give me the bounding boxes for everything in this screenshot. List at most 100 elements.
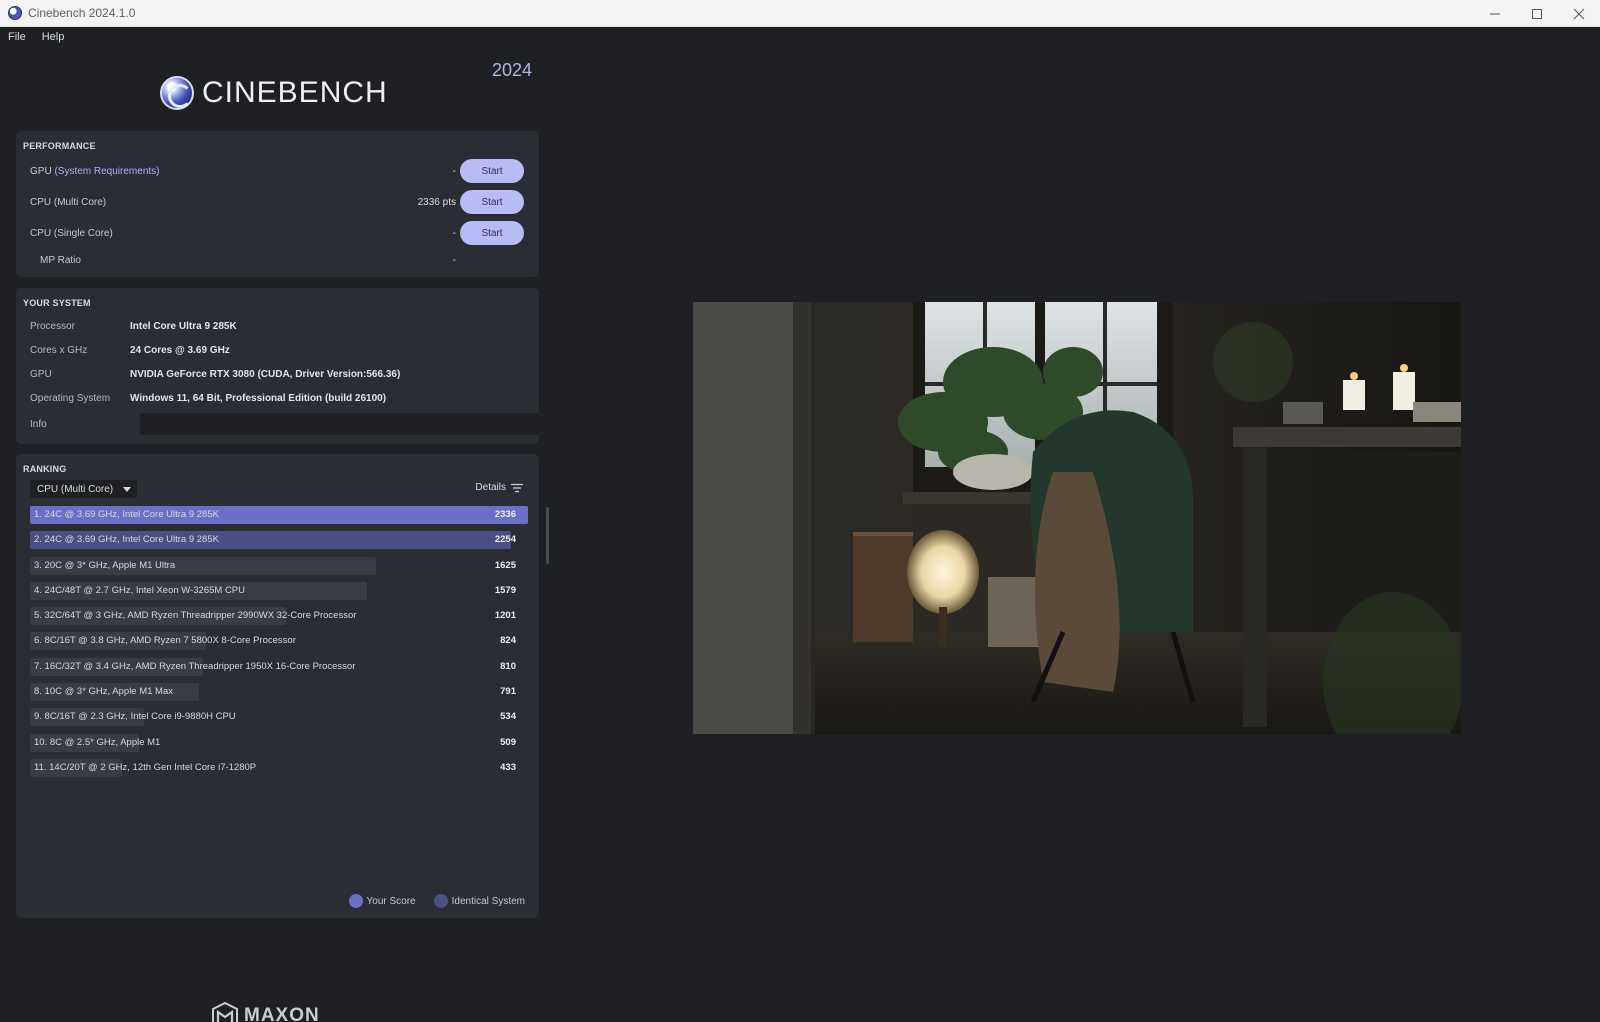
render-scene xyxy=(693,302,1461,734)
details-button[interactable]: Details xyxy=(475,482,523,493)
legend-identical-label: Identical System xyxy=(451,895,525,907)
ranking-row[interactable]: 1. 24C @ 3.69 GHz, Intel Core Ultra 9 28… xyxy=(30,506,528,524)
gpu-score: - xyxy=(452,165,456,177)
render-preview-image xyxy=(693,302,1461,734)
ranking-label: 5. 32C/64T @ 3 GHz, AMD Ryzen Threadripp… xyxy=(34,610,357,622)
ranking-mode-value: CPU (Multi Core) xyxy=(37,483,114,495)
ranking-legend: Your Score Identical System xyxy=(331,894,525,908)
maximize-icon xyxy=(1532,8,1542,19)
legend-your-score: Your Score xyxy=(348,894,416,908)
left-panel: CINEBENCH 2024 PERFORMANCE GPU (System R… xyxy=(0,46,548,1022)
maximize-button[interactable] xyxy=(1516,0,1558,27)
minimize-icon xyxy=(1490,13,1500,14)
info-label: Info xyxy=(30,418,47,430)
ranking-score: 810 xyxy=(500,660,516,672)
window-title: Cinebench 2024.1.0 xyxy=(28,6,136,20)
menu-help[interactable]: Help xyxy=(34,31,73,43)
ranking-row[interactable]: 8. 10C @ 3* GHz, Apple M1 Max 791 xyxy=(30,683,528,702)
ranking-row[interactable]: 10. 8C @ 2.5* GHz, Apple M1 509 xyxy=(30,733,528,752)
system-row-value: Windows 11, 64 Bit, Professional Edition… xyxy=(130,392,387,404)
cpu-multi-start-button[interactable]: Start xyxy=(460,190,524,214)
system-row: Processor Intel Core Ultra 9 285K xyxy=(30,316,524,336)
ranking-label: 4. 24C/48T @ 2.7 GHz, Intel Xeon W-3265M… xyxy=(34,584,245,596)
perf-row-cpu-single: CPU (Single Core) - Start xyxy=(30,221,524,245)
ranking-label: 11. 14C/20T @ 2 GHz, 12th Gen Intel Core… xyxy=(34,761,257,773)
close-icon xyxy=(1573,8,1585,19)
ranking-row[interactable]: 11. 14C/20T @ 2 GHz, 12th Gen Intel Core… xyxy=(30,758,528,777)
maxon-cube-icon xyxy=(212,1002,238,1022)
ranking-row[interactable]: 9. 8C/16T @ 2.3 GHz, Intel Core i9-9880H… xyxy=(30,708,528,727)
version-year: 2024 xyxy=(492,60,533,80)
system-panel: YOUR SYSTEM Processor Intel Core Ultra 9… xyxy=(16,288,540,444)
performance-title: PERFORMANCE xyxy=(23,141,96,151)
ranking-row[interactable]: 7. 16C/32T @ 3.4 GHz, AMD Ryzen Threadri… xyxy=(30,657,528,676)
system-title: YOUR SYSTEM xyxy=(23,298,91,308)
cinebench-app-icon xyxy=(8,6,22,20)
ranking-row[interactable]: 2. 24C @ 3.69 GHz, Intel Core Ultra 9 28… xyxy=(30,531,528,550)
ranking-score: 1201 xyxy=(494,610,516,622)
perf-row-cpu-multi: CPU (Multi Core) 2336 pts Start xyxy=(30,190,524,214)
system-requirements-link[interactable]: (System Requirements) xyxy=(54,166,159,177)
ranking-label: 10. 8C @ 2.5* GHz, Apple M1 xyxy=(34,736,161,748)
brand-name: CINEBENCH xyxy=(202,76,388,109)
system-row-value: Intel Core Ultra 9 285K xyxy=(130,320,237,332)
ranking-score: 791 xyxy=(500,686,516,698)
system-row: Operating System Windows 11, 64 Bit, Pro… xyxy=(30,388,524,408)
performance-panel: PERFORMANCE GPU (System Requirements) - … xyxy=(16,131,539,277)
system-row-value: NVIDIA GeForce RTX 3080 (CUDA, Driver Ve… xyxy=(130,368,401,380)
ranking-score: 1579 xyxy=(494,584,516,596)
ranking-row[interactable]: 3. 20C @ 3* GHz, Apple M1 Ultra 1625 xyxy=(30,556,528,575)
system-row: Cores x GHz 24 Cores @ 3.69 GHz xyxy=(30,340,524,360)
ranking-row[interactable]: 5. 32C/64T @ 3 GHz, AMD Ryzen Threadripp… xyxy=(30,607,528,626)
ranking-label: 7. 16C/32T @ 3.4 GHz, AMD Ryzen Threadri… xyxy=(34,660,356,672)
cpu-single-label: CPU (Single Core) xyxy=(30,227,113,239)
ranking-label: 9. 8C/16T @ 2.3 GHz, Intel Core i9-9880H… xyxy=(34,711,236,723)
legend-your-score-label: Your Score xyxy=(366,895,416,907)
ranking-label: 3. 20C @ 3* GHz, Apple M1 Ultra xyxy=(34,559,176,571)
window-controls xyxy=(1474,0,1600,27)
perf-row-gpu: GPU (System Requirements) - Start xyxy=(30,159,524,183)
system-row: GPU NVIDIA GeForce RTX 3080 (CUDA, Drive… xyxy=(30,364,524,384)
system-row-label: Cores x GHz xyxy=(30,344,88,356)
ranking-list: 1. 24C @ 3.69 GHz, Intel Core Ultra 9 28… xyxy=(30,506,528,784)
ranking-row[interactable]: 4. 24C/48T @ 2.7 GHz, Intel Xeon W-3265M… xyxy=(30,581,528,600)
menu-file[interactable]: File xyxy=(0,31,34,43)
cinebench-sphere-icon xyxy=(160,76,194,110)
maxon-wordmark: MAXON xyxy=(244,1005,320,1022)
ranking-score: 1625 xyxy=(494,559,516,571)
ranking-scrollbar[interactable] xyxy=(546,507,549,564)
mp-ratio-value: - xyxy=(452,254,456,266)
ranking-score: 2254 xyxy=(494,534,516,546)
ranking-label: 2. 24C @ 3.69 GHz, Intel Core Ultra 9 28… xyxy=(34,534,219,546)
ranking-mode-dropdown[interactable]: CPU (Multi Core) xyxy=(30,480,137,498)
your-score-swatch xyxy=(348,894,363,908)
system-row-label: GPU xyxy=(30,368,52,380)
gpu-label: GPU (System Requirements) xyxy=(30,165,160,177)
minimize-button[interactable] xyxy=(1474,0,1516,27)
close-button[interactable] xyxy=(1558,0,1600,27)
system-row-label: Operating System xyxy=(30,392,111,404)
ranking-label: 8. 10C @ 3* GHz, Apple M1 Max xyxy=(34,686,174,698)
ranking-score: 509 xyxy=(500,736,516,748)
filter-icon xyxy=(511,483,523,492)
cpu-multi-score: 2336 pts xyxy=(417,196,456,208)
ranking-panel: RANKING CPU (Multi Core) Details 1. 24C … xyxy=(16,454,539,918)
cpu-single-start-button[interactable]: Start xyxy=(460,221,524,245)
cpu-multi-label: CPU (Multi Core) xyxy=(30,196,107,208)
mp-ratio-label: MP Ratio xyxy=(40,254,81,266)
menu-bar: File Help xyxy=(0,27,1600,46)
gpu-start-button[interactable]: Start xyxy=(460,159,524,183)
maxon-logo: MAXON xyxy=(212,1002,320,1022)
info-field[interactable] xyxy=(140,413,540,435)
cpu-single-score: - xyxy=(452,227,456,239)
ranking-label: 6. 8C/16T @ 3.8 GHz, AMD Ryzen 7 5800X 8… xyxy=(34,635,296,647)
ranking-row[interactable]: 6. 8C/16T @ 3.8 GHz, AMD Ryzen 7 5800X 8… xyxy=(30,632,528,651)
ranking-score: 534 xyxy=(500,711,516,723)
details-label: Details xyxy=(475,482,506,493)
title-bar: Cinebench 2024.1.0 xyxy=(0,0,1600,27)
system-row-label: Processor xyxy=(30,320,76,332)
ranking-title: RANKING xyxy=(23,464,67,474)
ranking-score: 2336 xyxy=(494,509,516,520)
cinebench-logo: CINEBENCH xyxy=(160,76,388,110)
identical-system-swatch xyxy=(433,894,448,908)
